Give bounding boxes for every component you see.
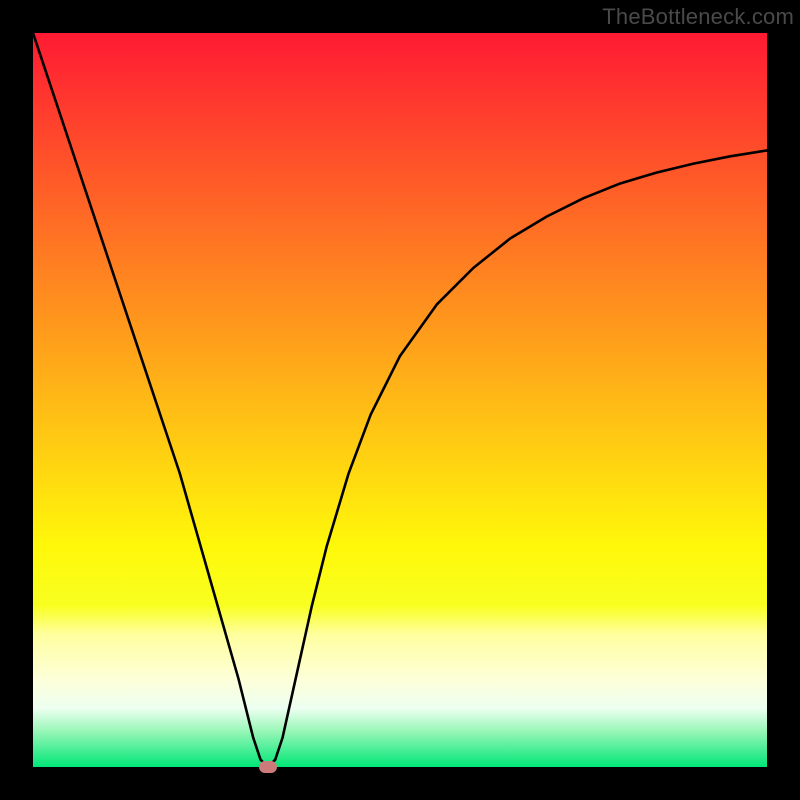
optimum-marker xyxy=(259,761,277,773)
chart-stage: TheBottleneck.com xyxy=(0,0,800,800)
bottleneck-curve xyxy=(33,33,767,767)
plot-area xyxy=(33,33,767,767)
watermark-text: TheBottleneck.com xyxy=(602,4,794,30)
